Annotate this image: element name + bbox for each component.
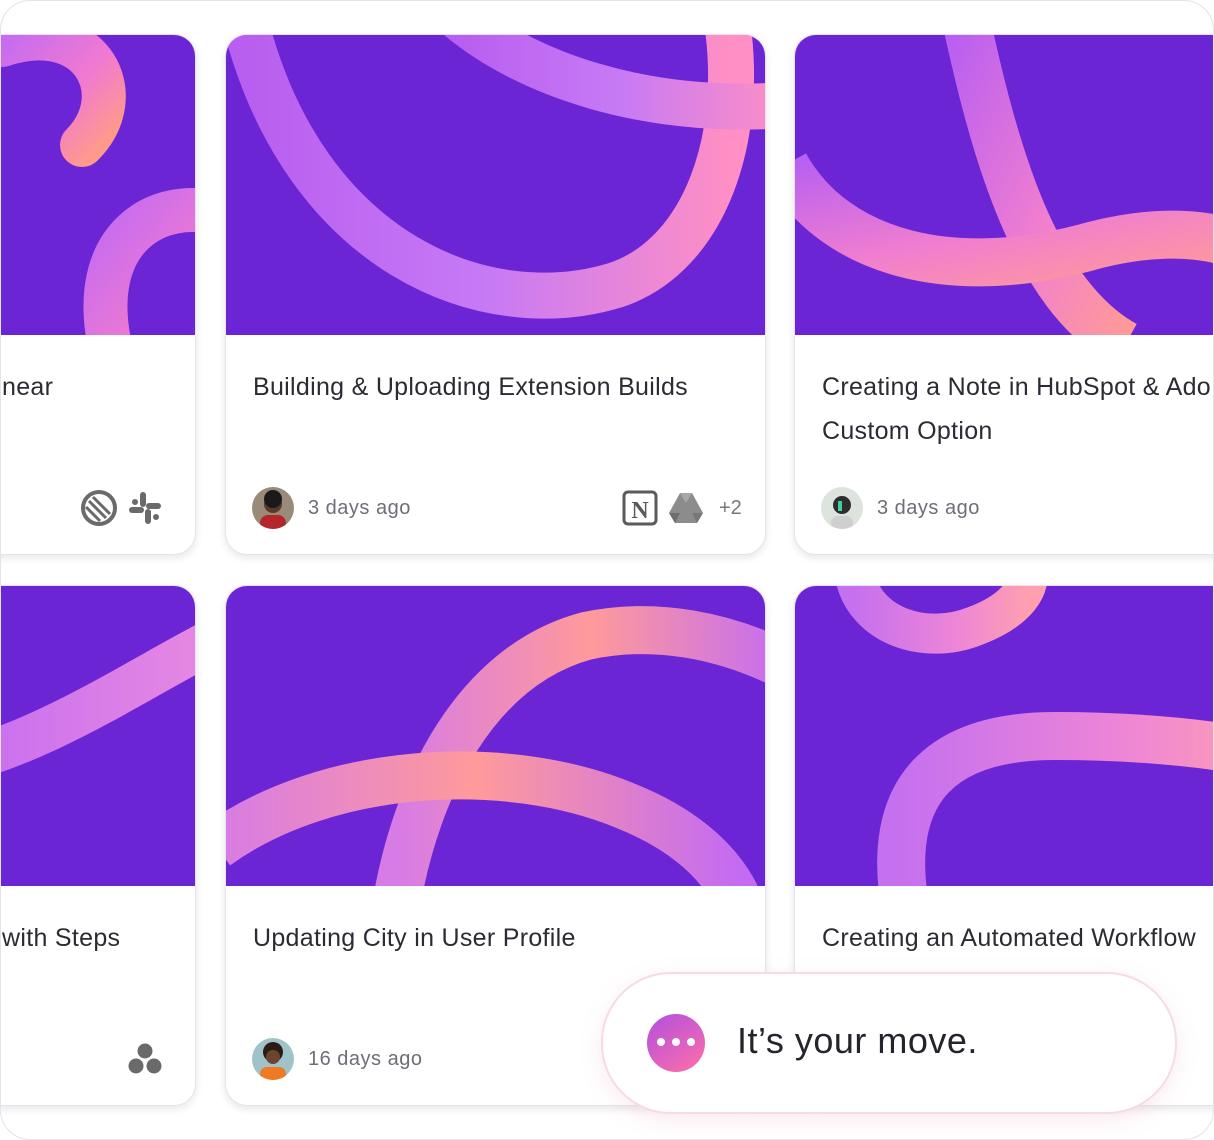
- app-frame: near Building & Uploading Extension Buil…: [0, 0, 1214, 1140]
- card-title: Building & Uploading Extension Builds: [253, 373, 688, 401]
- card-cover-image: [795, 586, 1213, 886]
- chat-bubble-icon: [647, 1014, 705, 1072]
- workflow-card[interactable]: with Steps: [1, 585, 196, 1106]
- card-title: Updating City in User Profile: [253, 924, 576, 952]
- workflow-card[interactable]: Building & Uploading Extension Builds 3 …: [225, 34, 766, 555]
- card-cover-image: [226, 586, 765, 886]
- linear-icon: [80, 489, 118, 527]
- workflow-card[interactable]: Creating a Note in HubSpot & Ado Custom …: [794, 34, 1213, 555]
- card-title: with Steps: [2, 924, 121, 952]
- card-cover-image: [1, 35, 195, 335]
- card-cover-image: [795, 35, 1213, 335]
- card-timestamp: 16 days ago: [308, 1047, 423, 1070]
- notion-icon: N: [621, 489, 659, 527]
- card-cover-image: [1, 586, 195, 886]
- card-app-icons: [126, 1038, 164, 1080]
- google-drive-icon: [667, 489, 705, 527]
- card-app-icons: [80, 487, 164, 529]
- author-avatar: [252, 1038, 294, 1080]
- card-title: near: [2, 373, 54, 401]
- slack-icon: [126, 489, 164, 527]
- author-avatar: [821, 487, 863, 529]
- card-timestamp: 3 days ago: [308, 496, 411, 519]
- toast-message: It’s your move.: [737, 1020, 978, 1061]
- chat-prompt-toast[interactable]: It’s your move.: [601, 972, 1177, 1114]
- more-apps-count: +2: [719, 496, 742, 519]
- asana-icon: [126, 1040, 164, 1078]
- author-avatar: [252, 487, 294, 529]
- card-app-icons: N +2: [621, 487, 742, 529]
- card-timestamp: 3 days ago: [877, 496, 980, 519]
- workflow-card[interactable]: near: [1, 34, 196, 555]
- card-title: Creating a Note in HubSpot & Ado Custom …: [822, 365, 1213, 453]
- card-title: Creating an Automated Workflow: [822, 924, 1197, 952]
- card-title-line-1: Creating a Note in HubSpot & Ado: [822, 373, 1212, 401]
- card-title-line-2: Custom Option: [822, 417, 993, 445]
- card-cover-image: [226, 35, 765, 335]
- svg-text:N: N: [631, 498, 649, 524]
- card-meta: 3 days ago: [252, 487, 411, 529]
- card-meta: 16 days ago: [252, 1038, 422, 1080]
- card-meta: 3 days ago: [821, 487, 980, 529]
